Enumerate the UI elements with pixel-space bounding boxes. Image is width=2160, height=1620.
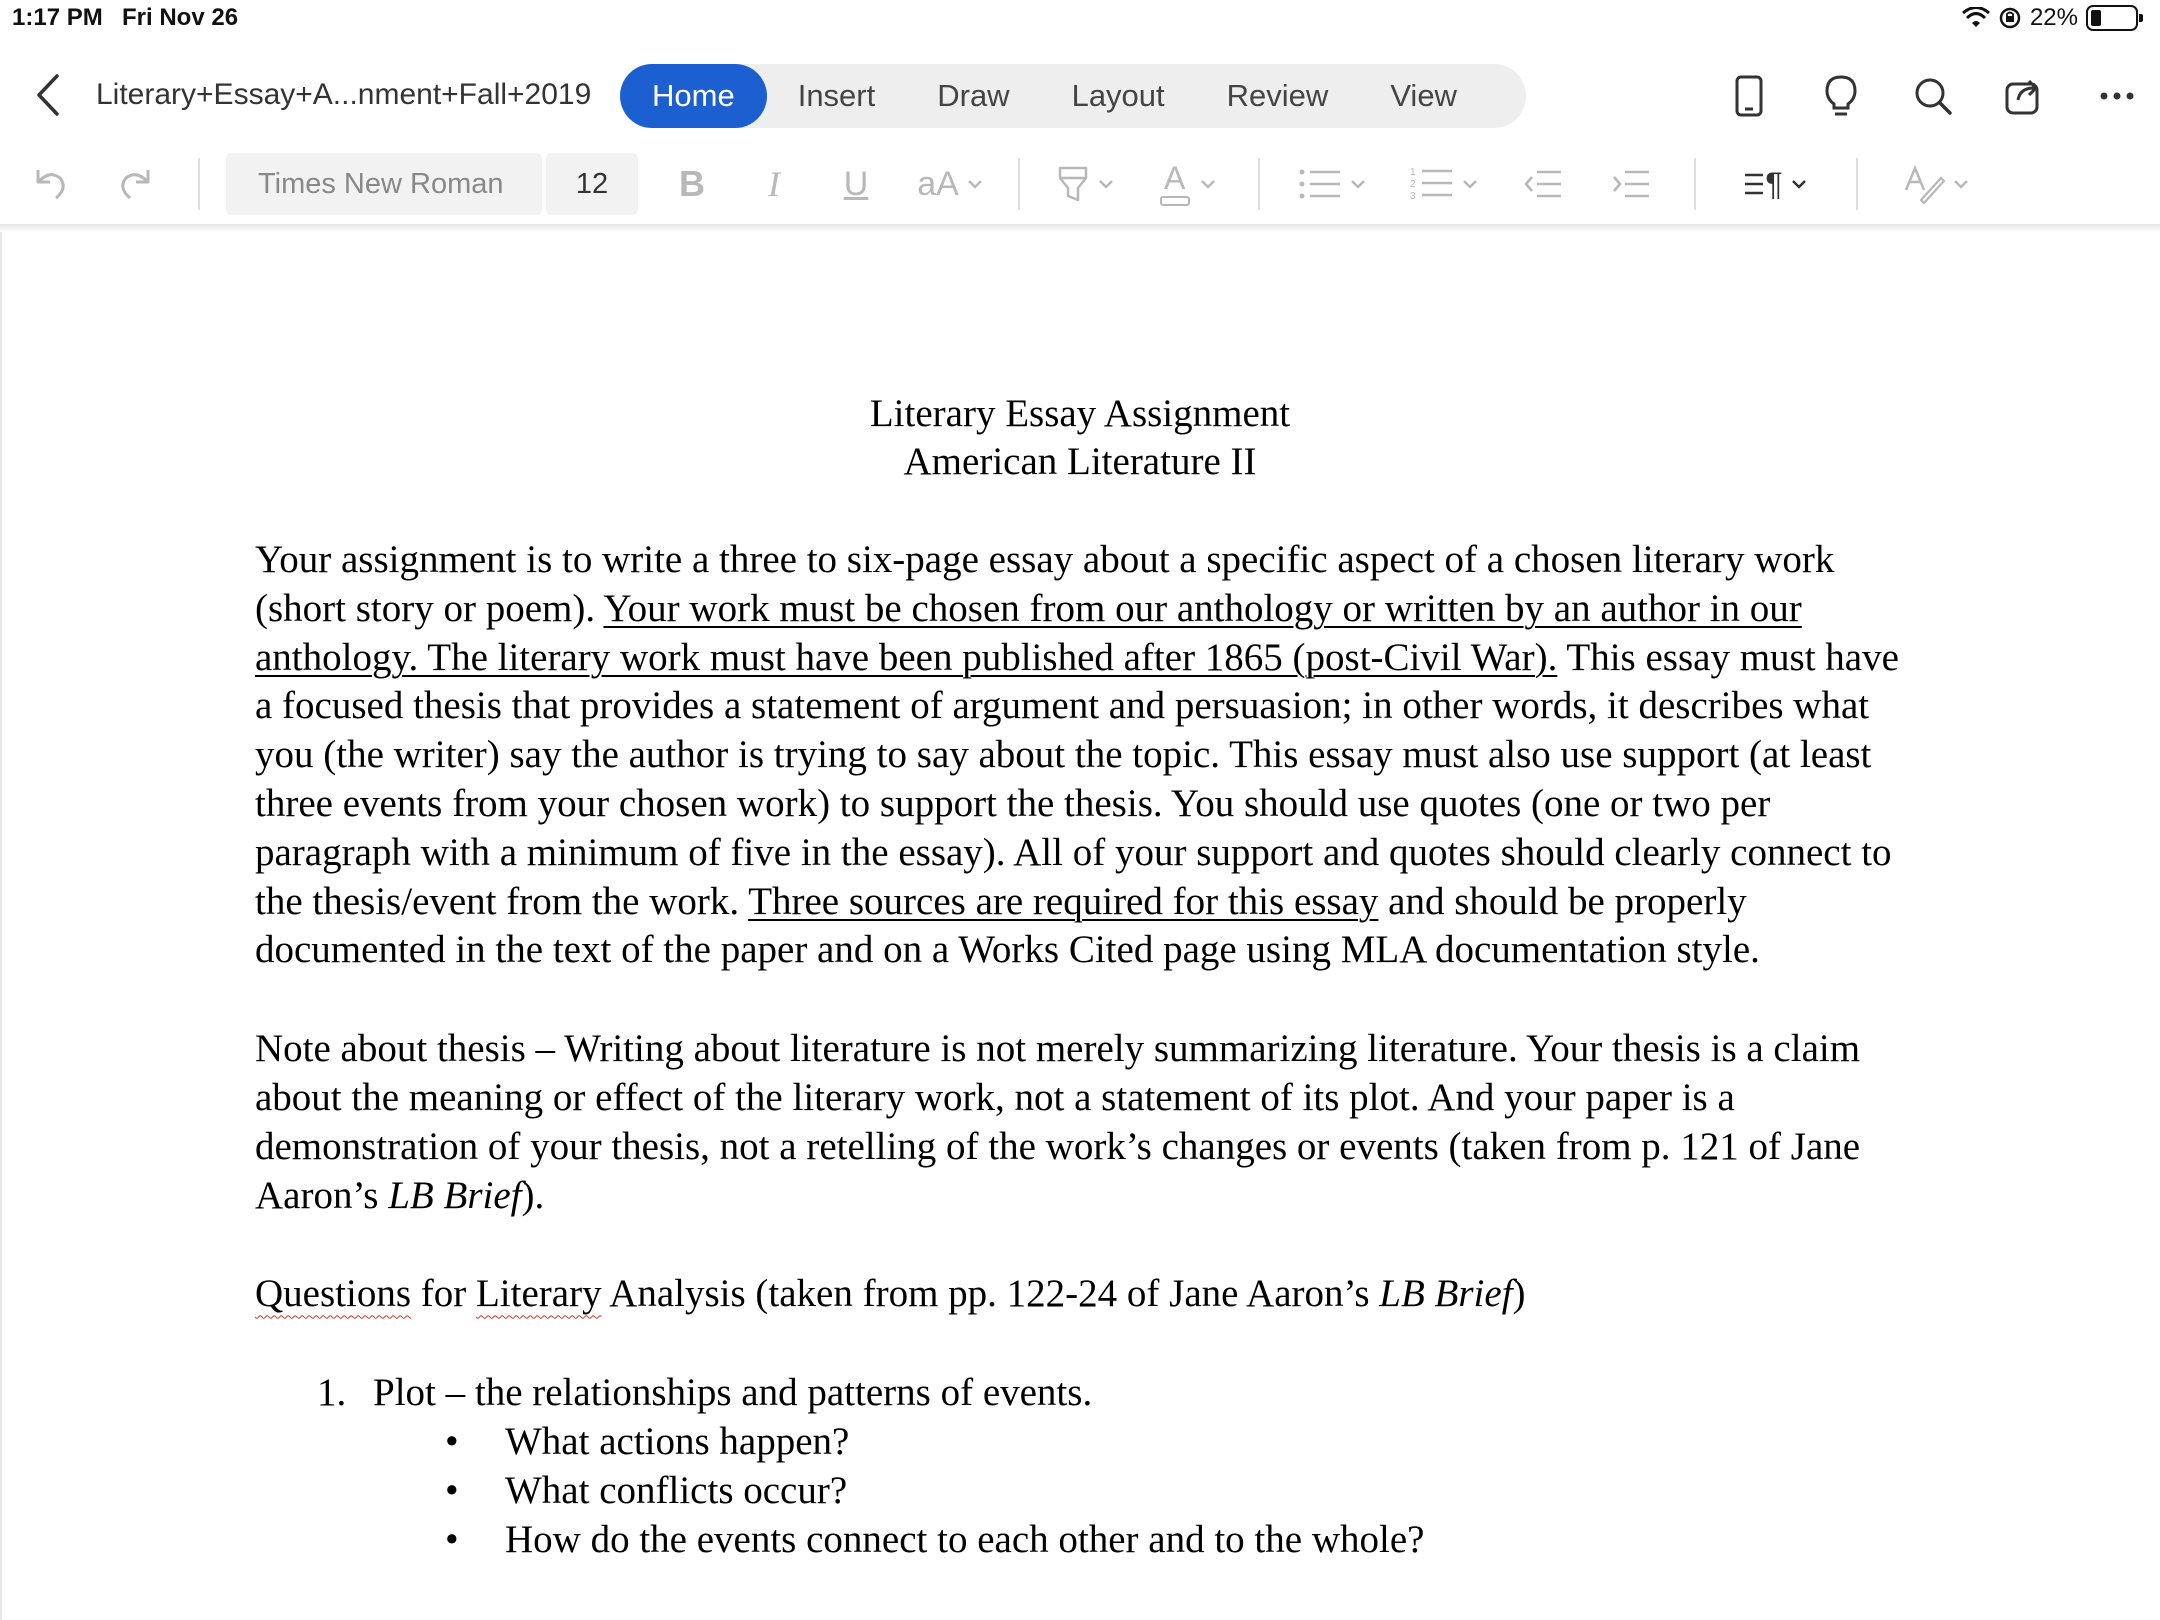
numbering-button[interactable]: 1 2 3 [1406,156,1482,212]
tab-home[interactable]: Home [620,64,767,128]
svg-text:3: 3 [1410,191,1416,202]
phone-view-button[interactable] [1726,68,1772,124]
formatting-ribbon: Times New Roman 12 B I U aA A 1 2 3 ¶ [0,144,2160,224]
styles-icon [1904,164,1945,204]
document-page[interactable]: Literary Essay Assignment American Liter… [255,390,1905,1564]
chevron-down-icon [1099,180,1113,189]
ribbon-divider [1258,158,1260,210]
paragraph-button[interactable]: ¶ [1736,156,1814,212]
tab-insert[interactable]: Insert [767,64,907,128]
page-edge [0,232,2,1620]
status-date: Fri Nov 26 [122,4,239,31]
search-button[interactable] [1910,68,1956,124]
back-button[interactable] [26,70,70,120]
font-color-icon: A [1158,160,1192,206]
status-time: 1:17 PM [12,4,103,31]
orientation-lock-icon [1999,7,2021,29]
status-bar: 1:17 PM Fri Nov 26 22% [0,0,2160,40]
ribbon-divider [1694,158,1696,210]
bullet-item: • What conflicts occur? [445,1468,848,1512]
status-indicators: 22% [1961,4,2143,32]
highlighter-icon [1058,166,1088,202]
bold-button[interactable]: B [672,156,712,212]
font-color-button[interactable]: A [1156,156,1218,212]
ribbon-divider [1856,158,1858,210]
redo-icon [121,170,150,200]
share-icon [2005,79,2039,115]
ribbon-shadow [0,224,2160,232]
font-color-letter: A [1164,160,1186,196]
document-title[interactable]: Literary+Essay+A...nment+Fall+2019 [96,78,591,112]
svg-text:1: 1 [1410,167,1416,178]
ribbon-tabs: Home Insert Draw Layout Review View [620,64,1526,128]
title-actions [1726,68,2140,124]
italic-button[interactable]: I [754,156,794,212]
more-icon [2100,92,2134,100]
increase-indent-icon [1613,170,1649,198]
font-size-change-label: aA [917,164,959,203]
font-size-change-button[interactable]: aA [910,156,990,212]
chevron-down-icon [1954,180,1968,189]
underline-button[interactable]: U [836,156,876,212]
more-button[interactable] [2094,68,2140,124]
bullets-button[interactable] [1294,156,1370,212]
assignment-paragraph: Your assignment is to write a three to s… [255,538,1899,972]
chevron-down-icon [1201,180,1215,189]
ideas-button[interactable] [1818,68,1864,124]
bulleted-list-icon [1299,169,1340,199]
document-heading-2: American Literature II [903,440,1257,483]
ribbon-divider [198,158,200,210]
ribbon-divider [1018,158,1020,210]
battery-icon [2086,5,2143,31]
highlight-button[interactable] [1054,156,1116,212]
increase-indent-button[interactable] [1610,156,1652,212]
bullet-item: • How do the events connect to each othe… [445,1517,1425,1561]
decrease-indent-button[interactable] [1522,156,1564,212]
redo-button[interactable] [114,156,158,212]
lightbulb-icon [1825,75,1857,116]
undo-icon [36,170,65,200]
document-heading-1: Literary Essay Assignment [869,392,1291,435]
svg-text:2: 2 [1410,179,1416,190]
numbered-list-icon: 1 2 3 [1410,167,1452,202]
font-size-box[interactable]: 12 [546,153,638,215]
paragraph-align-icon [1745,173,1764,195]
chevron-down-icon [1791,180,1806,189]
tab-draw[interactable]: Draw [906,64,1040,128]
decrease-indent-icon [1524,170,1561,198]
wifi-icon [1961,7,1990,27]
tab-review[interactable]: Review [1196,64,1360,128]
chevron-down-icon [967,180,982,189]
phone-view-icon [1735,75,1763,117]
chevron-down-icon [1463,180,1477,189]
font-name-box[interactable]: Times New Roman [226,153,542,215]
chevron-down-icon [1351,180,1365,189]
tab-view[interactable]: View [1359,64,1488,128]
battery-percent: 22% [2029,4,2078,31]
tab-layout[interactable]: Layout [1041,64,1196,128]
search-icon [1915,78,1952,115]
thesis-note-paragraph: Note about thesis – Writing about litera… [255,1027,1861,1217]
title-bar: Literary+Essay+A...nment+Fall+2019 Home … [0,56,2160,136]
share-button[interactable] [2002,68,2048,124]
list-item: 1. Plot – the relationships and patterns… [317,1371,1093,1415]
undo-button[interactable] [28,156,72,212]
bullet-item: • What actions happen? [445,1419,850,1463]
pilcrow-icon: ¶ [1765,165,1783,202]
questions-list: 1. Plot – the relationships and patterns… [255,1369,1905,1564]
styles-button[interactable] [1900,156,1972,212]
questions-heading: Questions for Literary Analysis (taken f… [255,1272,1526,1316]
chevron-left-icon [37,74,59,116]
